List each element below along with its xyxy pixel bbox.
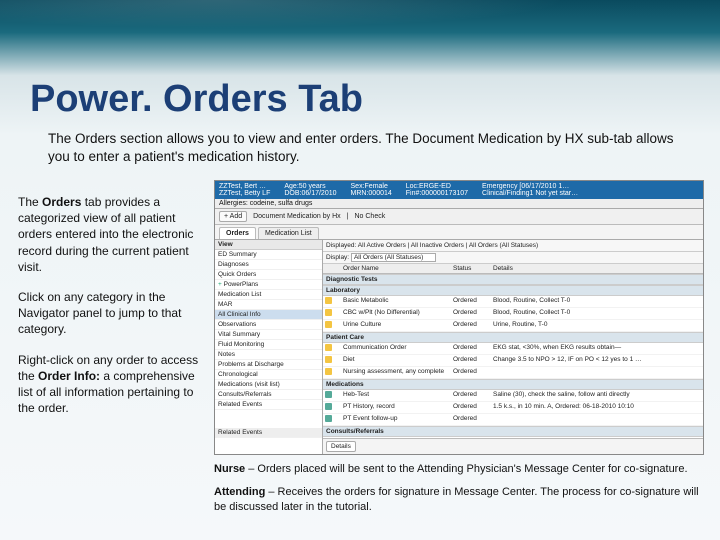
allergy-bar: Allergies: codeine, sulfa drugs — [215, 199, 703, 209]
bottom-buttons: Details — [323, 438, 703, 454]
med-icon — [325, 415, 332, 422]
order-row[interactable]: CBC w/Plt (No Differential) Ordered Bloo… — [323, 308, 703, 320]
nav-item[interactable]: Fluid Monitoring — [215, 340, 322, 350]
display-select-row: Display: All Orders (All Statuses) — [323, 252, 703, 264]
nav-item[interactable]: Problems at Discharge — [215, 360, 322, 370]
patient-dob: DOB:06/17/2010 — [284, 190, 336, 197]
flag-icon — [325, 344, 332, 351]
flag-icon — [325, 368, 332, 375]
patient-sex: Sex:Female — [351, 183, 392, 190]
nav-item[interactable]: Quick Orders — [215, 270, 322, 280]
patient-emerg: Emergency [06/17/2010 1… — [482, 183, 578, 190]
order-row[interactable]: Nursing assessment, any complete Ordered — [323, 367, 703, 379]
app-screenshot: ZZTest, Bert … ZZTest, Betty LF Age:50 y… — [214, 180, 704, 455]
page-subtitle: The Orders section allows you to view an… — [48, 130, 690, 166]
tab-medlist[interactable]: Medication List — [258, 227, 319, 239]
med-icon — [325, 391, 332, 398]
nav-item[interactable]: Related Events — [215, 400, 322, 410]
nav-item[interactable]: Vital Summary — [215, 330, 322, 340]
order-row[interactable]: Urine Culture Ordered Urine, Routine, T-… — [323, 320, 703, 332]
add-button[interactable]: + Add — [219, 211, 247, 222]
flag-icon — [325, 309, 332, 316]
patient-clin: Clinical/Finding1 Not yet star… — [482, 190, 578, 197]
category-header: Patient Care — [323, 332, 703, 343]
patient-name: ZZTest, Bert … — [219, 183, 270, 190]
category-header: Laboratory — [323, 285, 703, 296]
flag-icon — [325, 356, 332, 363]
category-header: Consults/Referrals — [323, 426, 703, 437]
column-headers: Order Name Status Details — [323, 264, 703, 274]
toolbar: + Add Document Medication by Hx | No Che… — [215, 209, 703, 225]
nav-item[interactable]: Notes — [215, 350, 322, 360]
nav-item[interactable]: Medications (visit list) — [215, 380, 322, 390]
details-button[interactable]: Details — [326, 441, 356, 452]
left-description: The Orders tab provides a categorized vi… — [18, 194, 206, 430]
nav-item[interactable]: All Clinical Info — [215, 310, 322, 320]
nav-item[interactable]: MAR — [215, 300, 322, 310]
tab-orders[interactable]: Orders — [219, 227, 256, 239]
nav-item[interactable]: Diagnoses — [215, 260, 322, 270]
category-header: Medications — [323, 379, 703, 390]
patient-fin: Fin#:000000173107 — [406, 190, 468, 197]
order-row[interactable]: Diet Ordered Change 3.5 to NPO > 12, IF … — [323, 355, 703, 367]
page-title: Power. Orders Tab — [30, 78, 363, 121]
order-row[interactable]: PT History, record Ordered 1.5 k.s., in … — [323, 402, 703, 414]
display-filter-row: Displayed: All Active Orders | All Inact… — [323, 240, 703, 252]
nav-header: View — [215, 240, 322, 250]
patient-mrn: MRN:000014 — [351, 190, 392, 197]
patient-header: ZZTest, Bert … ZZTest, Betty LF Age:50 y… — [215, 181, 703, 199]
flag-icon — [325, 297, 332, 304]
order-row[interactable]: Basic Metabolic Ordered Blood, Routine, … — [323, 296, 703, 308]
order-row[interactable]: Heb-Test Ordered Saline (30), check the … — [323, 390, 703, 402]
med-icon — [325, 403, 332, 410]
nav-item[interactable]: Chronological — [215, 370, 322, 380]
related-events-btn[interactable]: Related Events — [215, 428, 322, 438]
nav-item[interactable]: Medication List — [215, 290, 322, 300]
tab-bar: Orders Medication List — [215, 225, 703, 240]
footnotes: Nurse – Orders placed will be sent to th… — [214, 462, 704, 523]
patient-loc: Loc:ERGE-ED — [406, 183, 468, 190]
order-row[interactable]: Communication Order Ordered EKG stat, <3… — [323, 343, 703, 355]
flag-icon — [325, 321, 332, 328]
nav-item[interactable]: + PowerPlans — [215, 280, 322, 290]
nav-item[interactable]: ED Summary — [215, 250, 322, 260]
nav-item[interactable]: Consults/Referrals — [215, 390, 322, 400]
no-check-link[interactable]: No Check — [354, 213, 385, 220]
doc-med-link[interactable]: Document Medication by Hx — [253, 213, 341, 220]
patient-age: Age:50 years — [284, 183, 336, 190]
category-header: Diagnostic Tests — [323, 274, 703, 285]
navigator-panel: View ED Summary Diagnoses Quick Orders +… — [215, 240, 323, 454]
order-row[interactable]: PT Event follow-up Ordered — [323, 414, 703, 426]
order-panel: Displayed: All Active Orders | All Inact… — [323, 240, 703, 454]
display-select[interactable]: All Orders (All Statuses) — [351, 253, 436, 262]
nav-item[interactable]: Observations — [215, 320, 322, 330]
patient-name2: ZZTest, Betty LF — [219, 190, 270, 197]
